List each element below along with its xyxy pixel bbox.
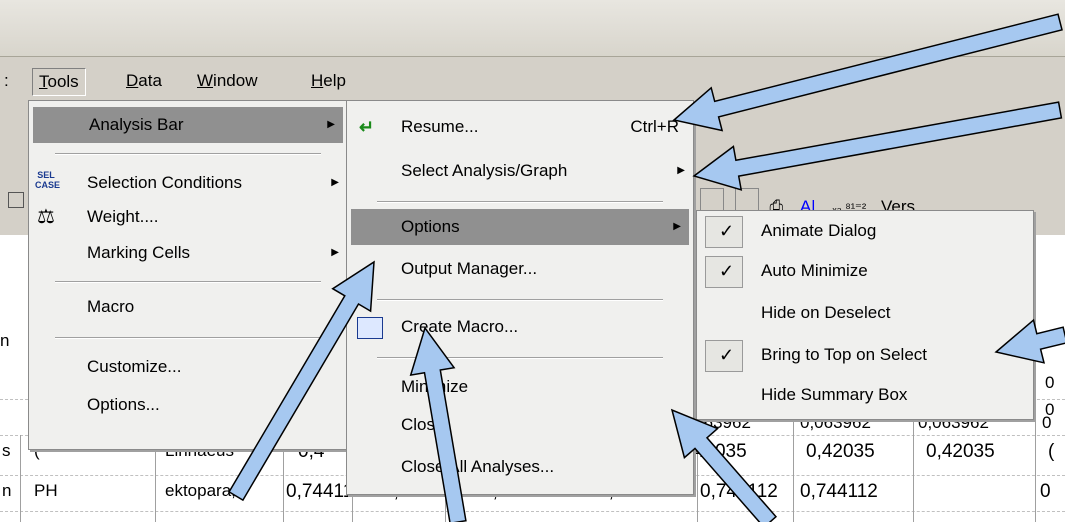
annotation-arrow xyxy=(670,408,778,522)
annotation-arrow xyxy=(692,101,1063,191)
annotation-arrow xyxy=(994,318,1065,364)
annotation-arrow xyxy=(409,326,467,522)
annotation-arrows xyxy=(228,13,1065,522)
annotation-arrow xyxy=(228,260,375,502)
